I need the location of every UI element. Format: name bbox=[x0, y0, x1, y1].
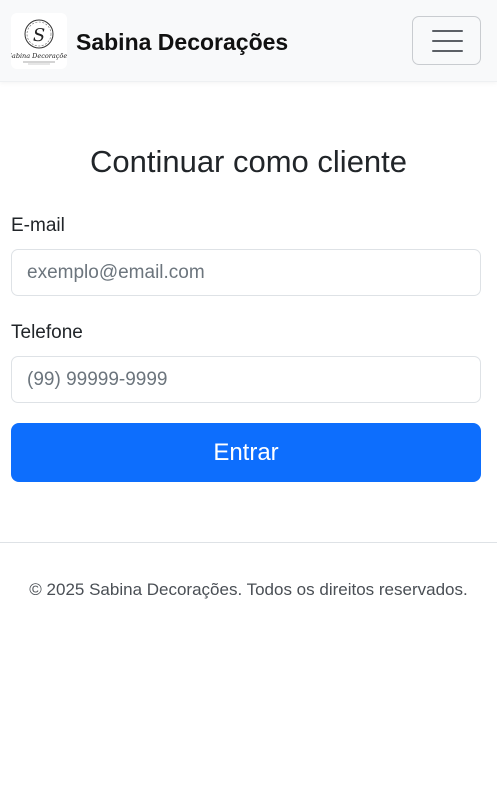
logo-script-text: Sabina Decorações bbox=[11, 52, 67, 60]
brand-logo[interactable]: S Sabina Decorações bbox=[7, 13, 71, 69]
sabina-logo-icon: S Sabina Decorações bbox=[7, 19, 71, 65]
phone-label: Telefone bbox=[11, 322, 83, 343]
phone-field[interactable] bbox=[11, 356, 481, 403]
submit-button[interactable]: Entrar bbox=[11, 423, 481, 482]
footer-copyright: © 2025 Sabina Decorações. Todos os direi… bbox=[29, 580, 468, 599]
menu-toggle-button[interactable] bbox=[412, 16, 481, 65]
email-label: E-mail bbox=[11, 215, 65, 236]
footer-divider bbox=[0, 542, 497, 543]
brand-name[interactable]: Sabina Decorações bbox=[76, 28, 288, 56]
page-title: Continuar como cliente bbox=[89, 144, 408, 179]
navbar: S Sabina Decorações Sabina Decorações bbox=[0, 0, 497, 82]
logo-monogram: S bbox=[33, 25, 45, 46]
email-field[interactable] bbox=[11, 249, 481, 296]
